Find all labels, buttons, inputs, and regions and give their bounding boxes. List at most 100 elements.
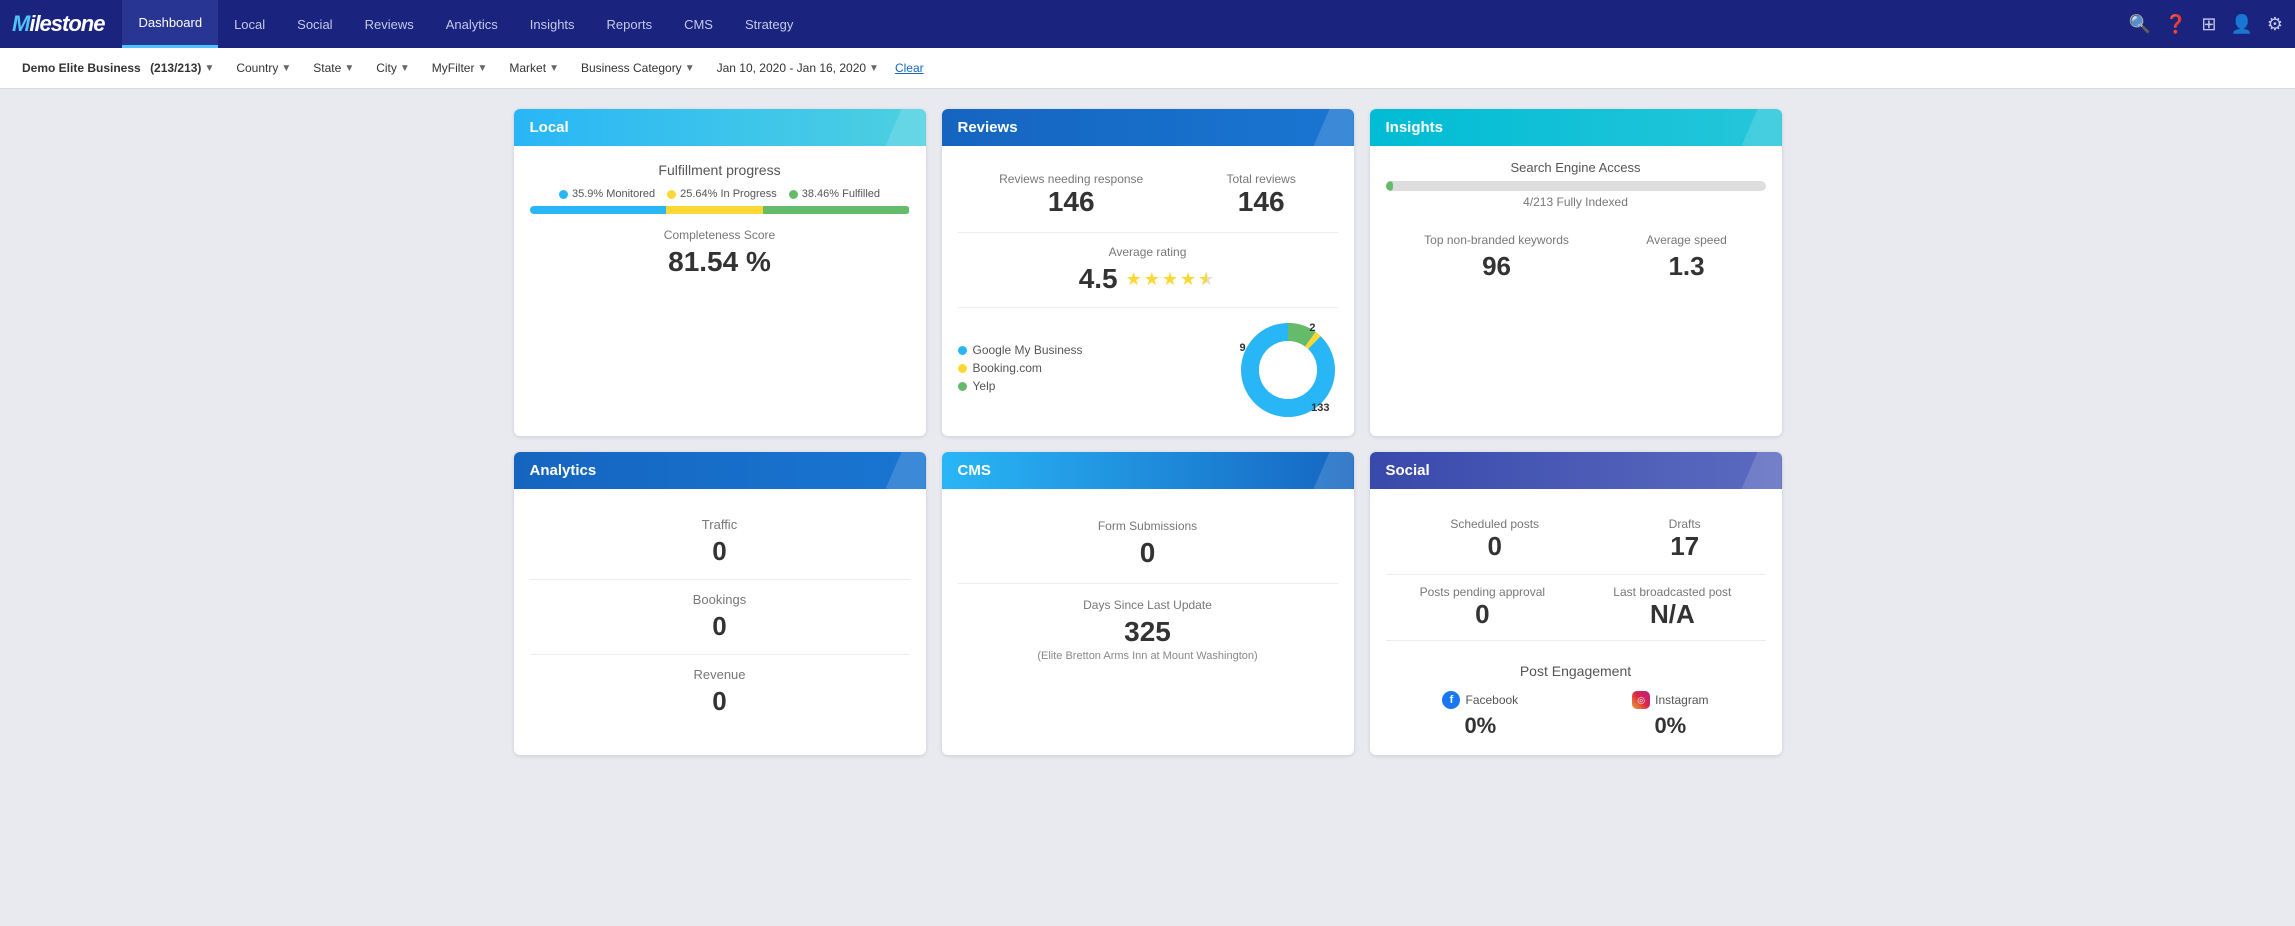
reviews-donut-chart: 2 9 133 (1238, 320, 1338, 420)
nav-reports[interactable]: Reports (591, 0, 669, 48)
filter-clear-button[interactable]: Clear (895, 61, 924, 75)
nav-social[interactable]: Social (281, 0, 348, 48)
nav-reviews[interactable]: Reviews (349, 0, 430, 48)
legend-fulfilled: 38.46% Fulfilled (789, 188, 880, 200)
insights-card: Insights Search Engine Access 4/213 Full… (1370, 109, 1782, 436)
filter-city[interactable]: City ▼ (370, 58, 416, 78)
filter-myfilter[interactable]: MyFilter ▼ (426, 58, 494, 78)
cms-card-header: CMS (942, 452, 1354, 489)
filter-country[interactable]: Country ▼ (230, 58, 297, 78)
social-card-body: Scheduled posts 0 Drafts 17 Posts pendin… (1370, 489, 1782, 755)
bookings-metric: Bookings 0 (530, 580, 910, 655)
nav-dashboard[interactable]: Dashboard (122, 0, 218, 48)
search-engine-bar (1386, 181, 1766, 191)
reviews-card-header: Reviews (942, 109, 1354, 146)
instagram-icon: ◎ (1632, 691, 1650, 709)
nav-cms[interactable]: CMS (668, 0, 729, 48)
reviews-top-stats: Reviews needing response 146 Total revie… (958, 162, 1338, 233)
social-header-title: Social (1386, 462, 1430, 479)
last-broadcast: Last broadcasted post N/A (1613, 585, 1731, 630)
reviews-card-body: Reviews needing response 146 Total revie… (942, 146, 1354, 436)
facebook-engagement: f Facebook 0% (1442, 691, 1518, 739)
insights-card-body: Search Engine Access 4/213 Fully Indexed… (1370, 146, 1782, 296)
cms-form-submissions: Form Submissions 0 (958, 505, 1338, 584)
donut-label-booking: 2 (1309, 322, 1315, 334)
donut-label-yelp: 9 (1240, 342, 1246, 354)
avg-speed: Average speed 1.3 (1646, 233, 1727, 282)
top-nonbranded-keywords: Top non-branded keywords 96 (1424, 233, 1569, 282)
social-engagement-row: f Facebook 0% ◎ Instagram 0% (1386, 691, 1766, 739)
local-card-body: Fulfillment progress 35.9% Monitored 25.… (514, 146, 926, 294)
reviews-donut-section: Google My Business Booking.com Yelp (958, 308, 1338, 420)
instagram-engagement: ◎ Instagram 0% (1632, 691, 1708, 739)
account-icon[interactable]: 👤 (2230, 14, 2252, 35)
insights-stats: Top non-branded keywords 96 Average spee… (1386, 223, 1766, 282)
main-grid: Local Fulfillment progress 35.9% Monitor… (498, 89, 1798, 775)
top-navigation: Milestone Dashboard Local Social Reviews… (0, 0, 2295, 48)
fulfillment-progress-bar (530, 206, 910, 214)
scheduled-posts: Scheduled posts 0 (1450, 517, 1539, 562)
legend-yelp: Yelp (958, 379, 1222, 393)
fulfillment-legend: 35.9% Monitored 25.64% In Progress 38.46… (530, 188, 910, 200)
insights-header-title: Insights (1386, 119, 1444, 136)
nav-local[interactable]: Local (218, 0, 281, 48)
revenue-metric: Revenue 0 (530, 655, 910, 729)
legend-gmb: Google My Business (958, 343, 1222, 357)
filter-bar: Demo Elite Business (213/213) ▼ Country … (0, 48, 2295, 89)
cms-card-body: Form Submissions 0 Days Since Last Updat… (942, 489, 1354, 692)
donut-label-gmb: 133 (1311, 402, 1329, 414)
nav-strategy[interactable]: Strategy (729, 0, 809, 48)
reviews-card: Reviews Reviews needing response 146 Tot… (942, 109, 1354, 436)
analytics-card-header: Analytics (514, 452, 926, 489)
local-card: Local Fulfillment progress 35.9% Monitor… (514, 109, 926, 436)
social-engagement: Post Engagement f Facebook 0% ◎ Instagra… (1386, 641, 1766, 739)
legend-monitored: 35.9% Monitored (559, 188, 655, 200)
reviews-needing-response: Reviews needing response 146 (999, 172, 1143, 218)
apps-icon[interactable]: ⊞ (2201, 14, 2216, 35)
analytics-card: Analytics Traffic 0 Bookings 0 Revenue 0 (514, 452, 926, 755)
social-card-header: Social (1370, 452, 1782, 489)
cms-card: CMS Form Submissions 0 Days Since Last U… (942, 452, 1354, 755)
reviews-avg-rating: Average rating 4.5 ★★★★★★ (958, 233, 1338, 308)
legend-booking: Booking.com (958, 361, 1222, 375)
search-icon[interactable]: 🔍 (2129, 14, 2151, 35)
social-middle-stats: Posts pending approval 0 Last broadcaste… (1386, 575, 1766, 641)
se-bar-fill (1386, 181, 1394, 191)
filter-business[interactable]: Demo Elite Business (213/213) ▼ (16, 58, 220, 78)
help-icon[interactable]: ❓ (2165, 14, 2187, 35)
filter-state[interactable]: State ▼ (307, 58, 360, 78)
analytics-header-title: Analytics (530, 462, 597, 479)
facebook-icon: f (1442, 691, 1460, 709)
pending-approval: Posts pending approval 0 (1420, 585, 1545, 630)
social-card: Social Scheduled posts 0 Drafts 17 Posts… (1370, 452, 1782, 755)
star-rating: ★★★★★★ (1126, 269, 1217, 290)
search-engine-title: Search Engine Access (1386, 160, 1766, 175)
cms-days-since: Days Since Last Update 325 (Elite Bretto… (958, 584, 1338, 676)
filter-business-category[interactable]: Business Category ▼ (575, 58, 701, 78)
fulfillment-title: Fulfillment progress (530, 162, 910, 178)
completeness-label: Completeness Score (530, 228, 910, 242)
nav-analytics[interactable]: Analytics (430, 0, 514, 48)
nav-right-icons: 🔍 ❓ ⊞ 👤 ⚙ (2129, 14, 2284, 35)
progress-monitored (530, 206, 666, 214)
filter-date-range[interactable]: Jan 10, 2020 - Jan 16, 2020 ▼ (711, 58, 885, 78)
logo: Milestone (12, 11, 104, 37)
progress-fulfilled (763, 206, 909, 214)
insights-card-header: Insights (1370, 109, 1782, 146)
settings-icon[interactable]: ⚙ (2267, 14, 2283, 35)
local-header-title: Local (530, 119, 569, 136)
traffic-metric: Traffic 0 (530, 505, 910, 580)
reviews-total: Total reviews 146 (1226, 172, 1295, 218)
local-card-header: Local (514, 109, 926, 146)
nav-insights[interactable]: Insights (514, 0, 591, 48)
fully-indexed-label: 4/213 Fully Indexed (1386, 195, 1766, 209)
social-top-stats: Scheduled posts 0 Drafts 17 (1386, 505, 1766, 575)
post-engagement-title: Post Engagement (1386, 663, 1766, 679)
legend-inprogress: 25.64% In Progress (667, 188, 777, 200)
analytics-card-body: Traffic 0 Bookings 0 Revenue 0 (514, 489, 926, 745)
completeness-value: 81.54 % (530, 246, 910, 278)
filter-market[interactable]: Market ▼ (503, 58, 565, 78)
reviews-source-legend: Google My Business Booking.com Yelp (958, 343, 1222, 397)
progress-inprogress (666, 206, 763, 214)
cms-header-title: CMS (958, 462, 991, 479)
